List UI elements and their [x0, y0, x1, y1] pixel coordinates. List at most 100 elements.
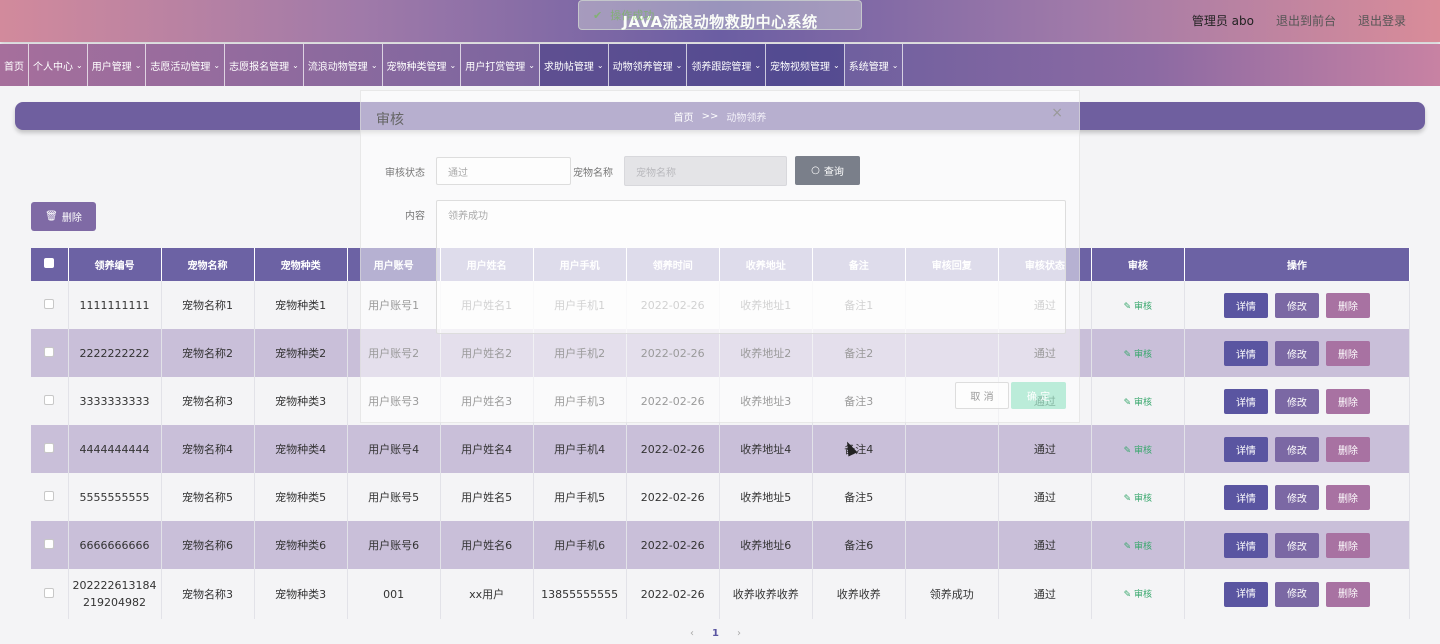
delete-button[interactable]: 删除 — [1325, 388, 1370, 414]
page-number[interactable]: 1 — [712, 628, 719, 639]
pet-name-label: 宠物名称 — [573, 168, 613, 179]
row-checkbox[interactable] — [44, 587, 55, 598]
detail-button[interactable]: 详情 — [1223, 388, 1268, 414]
audit-label: 审核 — [1134, 541, 1153, 552]
audit-label: 审核 — [1134, 349, 1153, 360]
edit-button[interactable]: 修改 — [1274, 436, 1319, 462]
row-select-cell — [31, 425, 69, 473]
cell-pet: 宠物名称4 — [161, 425, 255, 473]
content-textarea[interactable]: 领养成功 — [436, 200, 1066, 334]
detail-button[interactable]: 详情 — [1223, 581, 1268, 607]
cell-id: 2222222222 — [68, 329, 162, 377]
nav-item-9[interactable]: 动物领养管理 ⌄ — [608, 44, 688, 86]
audit-link[interactable]: ✎ 审核 — [1124, 302, 1152, 312]
detail-button[interactable]: 详情 — [1223, 340, 1268, 366]
delete-button[interactable]: 删除 — [1325, 581, 1370, 607]
edit-button[interactable]: 修改 — [1274, 388, 1319, 414]
nav-item-8[interactable]: 求助帖管理 ⌄ — [539, 44, 609, 86]
cell-time: 2022-02-26 — [626, 473, 720, 521]
edit-button[interactable]: 修改 — [1274, 292, 1319, 318]
cancel-button[interactable]: 取 消 — [955, 382, 1009, 409]
detail-button[interactable]: 详情 — [1223, 532, 1268, 558]
pet-name-input[interactable]: 宠物名称 — [624, 156, 787, 186]
nav-item-11[interactable]: 宠物视频管理 ⌄ — [766, 44, 845, 86]
nav-item-2[interactable]: 用户管理 ⌄ — [88, 44, 147, 86]
nav-item-3[interactable]: 志愿活动管理 ⌄ — [146, 44, 226, 86]
delete-button[interactable]: 删除 — [1325, 292, 1370, 318]
close-icon[interactable]: × — [1051, 105, 1063, 121]
detail-button[interactable]: 详情 — [1223, 292, 1268, 318]
actions-cell: 详情 修改 删除 — [1184, 473, 1411, 521]
actions-cell: 详情 修改 删除 — [1184, 377, 1411, 425]
row-checkbox[interactable] — [44, 538, 55, 549]
row-select-cell — [31, 329, 69, 377]
cell-pet: 宠物名称2 — [161, 329, 255, 377]
edit-pencil-icon: ✎ — [1123, 589, 1135, 600]
pagination: ‹ 1 › — [690, 628, 741, 639]
cell-id: 3333333333 — [68, 377, 162, 425]
edit-button[interactable]: 修改 — [1274, 484, 1319, 510]
row-checkbox[interactable] — [44, 346, 55, 357]
cell-kind: 宠物种类3 — [254, 569, 348, 619]
row-checkbox[interactable] — [44, 442, 55, 453]
detail-button[interactable]: 详情 — [1223, 436, 1268, 462]
edit-button[interactable]: 修改 — [1274, 532, 1319, 558]
status-field[interactable]: 通过 — [436, 157, 571, 185]
audit-cell: ✎ 审核 — [1091, 521, 1185, 569]
logout-link[interactable]: 退出登录 — [1358, 12, 1406, 29]
audit-link[interactable]: ✎ 审核 — [1124, 446, 1152, 456]
batch-delete-button[interactable]: 🗑 删除 — [31, 202, 96, 231]
cell-phone: 用户手机4 — [533, 425, 627, 473]
row-checkbox[interactable] — [44, 394, 55, 405]
audit-link[interactable]: ✎ 审核 — [1124, 350, 1152, 360]
nav-item-0[interactable]: 首页 — [0, 44, 29, 86]
nav-item-4[interactable]: 志愿报名管理 ⌄ — [225, 44, 304, 86]
edit-button[interactable]: 修改 — [1274, 340, 1319, 366]
cell-reply — [905, 521, 999, 569]
audit-link[interactable]: ✎ 审核 — [1124, 494, 1152, 504]
detail-button[interactable]: 详情 — [1223, 484, 1268, 510]
nav-item-1[interactable]: 个人中心 ⌄ — [29, 44, 88, 86]
audit-cell: ✎ 审核 — [1091, 281, 1185, 329]
table-row: 4444444444 宠物名称4 宠物种类4 用户账号4 用户姓名4 用户手机4 2022-… — [31, 425, 1411, 473]
nav-item-7[interactable]: 用户打赏管理 ⌄ — [461, 44, 540, 86]
batch-delete-label: 删除 — [61, 213, 82, 224]
nav-item-12[interactable]: 系统管理 ⌄ — [845, 44, 904, 86]
edit-pencil-icon: ✎ — [1123, 349, 1135, 360]
back-to-front-link[interactable]: 退出到前台 — [1276, 12, 1336, 29]
column-header: 操作 — [1184, 248, 1411, 281]
delete-button[interactable]: 删除 — [1325, 484, 1370, 510]
column-header: 宠物名称 — [161, 248, 255, 281]
cell-reply: 领养成功 — [905, 569, 999, 619]
select-all-checkbox[interactable] — [44, 258, 55, 268]
chevron-down-icon: ⌄ — [213, 60, 221, 70]
row-checkbox[interactable] — [44, 298, 55, 309]
next-page-button[interactable]: › — [737, 628, 741, 639]
prev-page-button[interactable]: ‹ — [690, 628, 694, 639]
nav-item-6[interactable]: 宠物种类管理 ⌄ — [383, 44, 462, 86]
cell-pet: 宠物名称5 — [161, 473, 255, 521]
nav-item-5[interactable]: 流浪动物管理 ⌄ — [304, 44, 383, 86]
cell-name: 用户姓名4 — [440, 425, 534, 473]
cell-phone: 用户手机6 — [533, 521, 627, 569]
confirm-button[interactable]: 确 定 — [1011, 382, 1066, 409]
toast-message: 操作成功 — [610, 9, 655, 22]
edit-button[interactable]: 修改 — [1274, 581, 1319, 607]
cell-addr: 收养地址5 — [719, 473, 813, 521]
audit-link[interactable]: ✎ 审核 — [1124, 542, 1152, 552]
delete-button[interactable]: 删除 — [1325, 436, 1370, 462]
cell-reply — [905, 425, 999, 473]
row-checkbox[interactable] — [44, 490, 55, 501]
delete-button[interactable]: 删除 — [1325, 340, 1370, 366]
cell-kind: 宠物种类3 — [254, 377, 348, 425]
cell-pet: 宠物名称3 — [161, 569, 255, 619]
chevron-down-icon: ⌄ — [528, 60, 535, 70]
nav-item-10[interactable]: 领养跟踪管理 ⌄ — [687, 44, 767, 86]
nav-item-label: 动物领养管理 — [612, 61, 673, 73]
audit-cell: ✎ 审核 — [1091, 425, 1185, 473]
delete-button[interactable]: 删除 — [1325, 532, 1370, 558]
nav-item-label: 志愿报名管理 — [229, 61, 290, 73]
query-button[interactable]: ○ 查询 — [795, 156, 860, 185]
audit-link[interactable]: ✎ 审核 — [1124, 590, 1152, 600]
audit-link[interactable]: ✎ 审核 — [1124, 398, 1152, 408]
